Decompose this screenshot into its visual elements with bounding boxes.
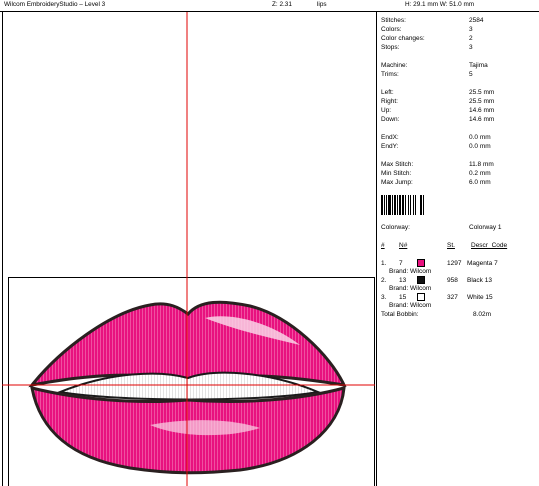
color-swatch [417,259,425,267]
barcode-icon [381,195,437,215]
colorway-label: Colorway: [381,224,410,231]
total-bobbin-row: Total Bobbin: 8.02m [381,311,492,318]
color-swatch [417,276,425,284]
color-table-header: # N# St. Descr_Code [381,242,508,249]
colorway-value: Colorway 1 [469,224,502,231]
color-swatch [417,293,425,301]
